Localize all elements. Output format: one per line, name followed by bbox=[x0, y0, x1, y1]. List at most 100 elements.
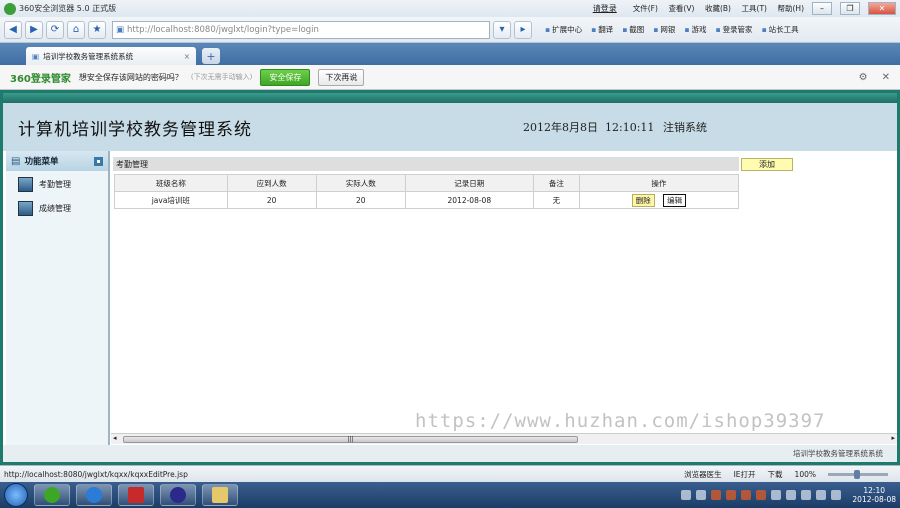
tray-icon[interactable] bbox=[771, 490, 782, 500]
sidebar-item-attendance[interactable]: 考勤管理 bbox=[6, 173, 108, 195]
app-tool-icon bbox=[128, 487, 144, 503]
col-expected: 应到人数 bbox=[226, 174, 317, 192]
clock-date: 2012-08-08 bbox=[852, 495, 896, 504]
scrollbar-thumb[interactable]: ||| bbox=[123, 436, 578, 443]
ie-icon bbox=[86, 487, 102, 503]
tray-icon[interactable] bbox=[756, 490, 767, 500]
tray-icon[interactable] bbox=[801, 490, 812, 500]
taskbar-app-tool[interactable] bbox=[118, 484, 154, 506]
login-link[interactable]: 请登录 bbox=[593, 3, 617, 14]
system-clock[interactable]: 12:10 2012-08-08 bbox=[852, 486, 896, 504]
tray-icon[interactable] bbox=[786, 490, 797, 500]
folder-icon bbox=[212, 487, 228, 503]
tool-translate[interactable]: 翻译 bbox=[591, 24, 613, 35]
zoom-level[interactable]: 100% bbox=[795, 470, 816, 479]
volume-icon[interactable] bbox=[831, 490, 842, 500]
tray-icon[interactable] bbox=[816, 490, 827, 500]
col-note: 备注 bbox=[532, 174, 580, 192]
page-footer: 培训学校教务管理系统系统 bbox=[3, 445, 897, 462]
sidebar-title: 功能菜单 bbox=[24, 157, 59, 167]
eclipse-icon bbox=[170, 487, 186, 503]
taskbar-app-360[interactable] bbox=[34, 484, 70, 506]
downloads[interactable]: 下载 bbox=[768, 469, 783, 480]
horizontal-scrollbar[interactable]: ◂ ||| ▸ bbox=[111, 433, 897, 444]
sidebar-header: ▤ 功能菜单 ▪ bbox=[6, 151, 108, 171]
password-question: 想安全保存该网站的密码吗？ bbox=[78, 72, 183, 82]
tab-close-icon[interactable]: × bbox=[184, 52, 190, 61]
tool-webmaster[interactable]: 站长工具 bbox=[762, 24, 799, 35]
forward-button[interactable]: ▶ bbox=[25, 20, 43, 39]
address-dropdown-icon[interactable]: ▾ bbox=[493, 20, 511, 39]
scroll-right-icon[interactable]: ▸ bbox=[891, 434, 895, 442]
collapse-icon[interactable]: ▪ bbox=[94, 156, 103, 166]
content-area: ▤ 功能菜单 ▪ 考勤管理 成绩管理 考勤管理 添加 班级名称 应到人数 实际人… bbox=[3, 151, 897, 445]
taskbar-app-eclipse[interactable] bbox=[160, 484, 196, 506]
watermark-text: https://www.huzhan.com/ishop39397 bbox=[415, 410, 826, 432]
tool-extensions[interactable]: 扩展中心 bbox=[545, 24, 582, 35]
taskbar-app-explorer[interactable] bbox=[202, 484, 238, 506]
attendance-icon bbox=[18, 176, 33, 192]
new-tab-button[interactable]: + bbox=[202, 48, 220, 64]
logout-link[interactable]: 注销系统 bbox=[663, 119, 707, 135]
favorite-star-icon[interactable]: ★ bbox=[88, 20, 106, 39]
cell-class-name: java培训班 bbox=[114, 191, 228, 209]
maximize-button[interactable]: ❐ bbox=[840, 2, 860, 15]
taskbar-app-ie[interactable] bbox=[76, 484, 112, 506]
back-button[interactable]: ◀ bbox=[4, 20, 22, 39]
tool-screenshot[interactable]: 截图 bbox=[622, 24, 644, 35]
edit-button[interactable]: 编辑 bbox=[663, 193, 687, 207]
settings-gear-icon[interactable]: ⚙ bbox=[859, 72, 868, 83]
start-button[interactable] bbox=[4, 483, 28, 507]
windows-taskbar: 12:10 2012-08-08 bbox=[0, 482, 900, 508]
tab-bar: ▣ 培训学校教务管理系统系统 × + bbox=[0, 43, 900, 65]
tray-icon[interactable] bbox=[711, 490, 722, 500]
window-title: 360安全浏览器 5.0 正式版 bbox=[19, 4, 117, 13]
tab-page-icon: ▣ bbox=[32, 51, 40, 61]
safe-save-button[interactable]: 安全保存 bbox=[260, 68, 311, 86]
open-in-ie[interactable]: IE打开 bbox=[734, 469, 756, 480]
cell-expected: 20 bbox=[226, 191, 317, 209]
close-button[interactable]: ✕ bbox=[868, 2, 896, 15]
menu-favorites[interactable]: 收藏(B) bbox=[705, 4, 731, 13]
minimize-button[interactable]: – bbox=[812, 2, 832, 15]
tool-login-manager[interactable]: 登录管家 bbox=[715, 24, 753, 35]
home-button[interactable]: ⌂ bbox=[67, 20, 85, 39]
later-button[interactable]: 下次再说 bbox=[318, 68, 365, 86]
go-button[interactable]: ▸ bbox=[514, 20, 532, 39]
menu-file[interactable]: 文件(F) bbox=[633, 4, 658, 13]
browser-doctor[interactable]: 浏览器医生 bbox=[684, 469, 722, 480]
tray-icon[interactable] bbox=[696, 490, 707, 500]
delete-button[interactable]: 删除 bbox=[631, 193, 655, 207]
tray-icon[interactable] bbox=[741, 490, 752, 500]
menu-help[interactable]: 帮助(H) bbox=[778, 4, 805, 13]
add-button[interactable]: 添加 bbox=[741, 158, 793, 171]
cell-date: 2012-08-08 bbox=[404, 191, 534, 209]
login-manager-brand: 360登录管家 bbox=[10, 73, 71, 85]
address-text: http://localhost:8080/jwglxt/login?type=… bbox=[127, 24, 319, 35]
sidebar-item-grades[interactable]: 成绩管理 bbox=[6, 197, 108, 219]
page-header: 计算机培训学校教务管理系统 2012年8月8日 12:10:11 注销系统 bbox=[3, 103, 897, 151]
tool-bank[interactable]: 网银 bbox=[653, 24, 675, 35]
cell-actions: 删除 编辑 bbox=[578, 191, 740, 209]
tool-games[interactable]: 游戏 bbox=[684, 24, 706, 35]
zoom-slider[interactable] bbox=[828, 469, 888, 479]
address-bar[interactable]: ▣ http://localhost:8080/jwglxt/login?typ… bbox=[112, 20, 490, 39]
clock-time: 12:10 bbox=[863, 486, 886, 495]
system-title: 计算机培训学校教务管理系统 bbox=[18, 119, 252, 140]
refresh-button[interactable]: ⟳ bbox=[46, 20, 64, 39]
bar-close-icon[interactable]: ✕ bbox=[882, 72, 890, 83]
status-url: http://localhost:8080/jwglxt/kqxx/kqxxEd… bbox=[4, 469, 188, 479]
main-panel: 考勤管理 添加 班级名称 应到人数 实际人数 记录日期 备注 操作 java培训… bbox=[111, 151, 897, 445]
scroll-left-icon[interactable]: ◂ bbox=[113, 434, 117, 442]
browser-logo-icon bbox=[4, 2, 16, 15]
menu-view[interactable]: 查看(V) bbox=[668, 4, 694, 13]
password-save-bar: 360登录管家 想安全保存该网站的密码吗？ (下次无需手动输入) 安全保存 下次… bbox=[0, 65, 900, 90]
table-row: java培训班 20 20 2012-08-08 无 删除 编辑 bbox=[114, 191, 740, 209]
tray-icon[interactable] bbox=[726, 490, 737, 500]
col-date: 记录日期 bbox=[404, 174, 534, 192]
tray-icon[interactable] bbox=[681, 490, 692, 500]
tab-active[interactable]: ▣ 培训学校教务管理系统系统 × bbox=[26, 47, 196, 65]
sidebar-item-label: 成绩管理 bbox=[39, 203, 71, 213]
menu-tools[interactable]: 工具(T) bbox=[742, 4, 767, 13]
col-actions: 操作 bbox=[578, 174, 740, 192]
